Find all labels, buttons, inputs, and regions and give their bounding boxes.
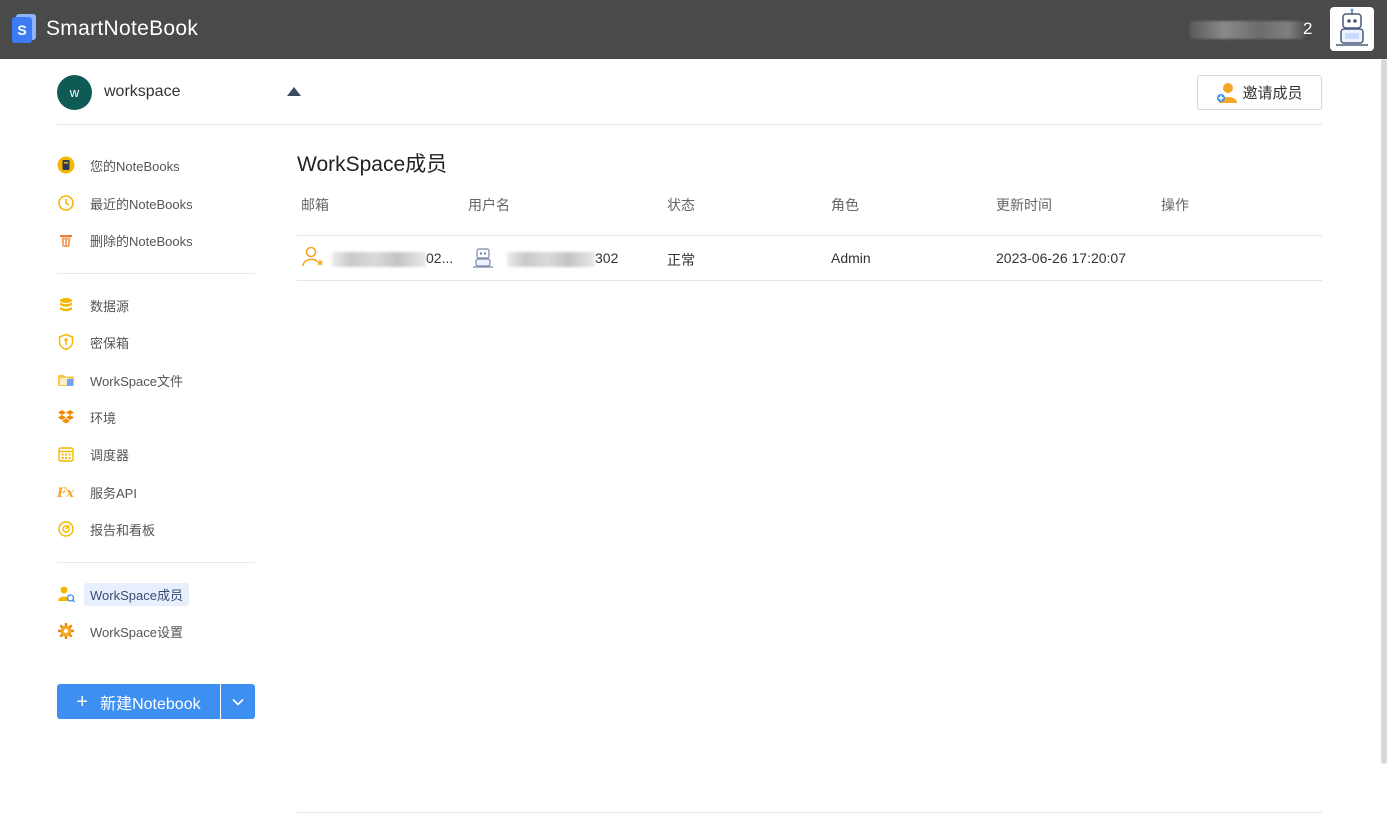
notebook-icon <box>57 156 75 174</box>
new-notebook-button[interactable]: + 新建Notebook <box>57 684 220 719</box>
column-header-username: 用户名 <box>468 197 510 213</box>
sidebar-item-label: 服务API <box>90 485 137 501</box>
clock-icon <box>57 194 75 212</box>
sidebar-item-workspace-files[interactable]: WorkSpace文件 <box>57 367 183 393</box>
sidebar-item-workspace-members[interactable]: WorkSpace成员 <box>57 581 189 607</box>
member-avatar <box>471 245 495 272</box>
sidebar-divider <box>57 562 255 563</box>
folder-icon <box>57 371 75 389</box>
settings-icon <box>57 622 75 640</box>
sidebar-item-workspace-settings[interactable]: WorkSpace设置 <box>57 618 183 644</box>
top-bar: S SmartNoteBook 2 <box>0 0 1387 59</box>
sidebar-item-label: 您的NoteBooks <box>90 158 180 174</box>
workspace-name[interactable]: workspace <box>104 83 180 101</box>
trash-icon <box>57 231 75 249</box>
sidebar-item-reports-dashboards[interactable]: 报告和看板 <box>57 516 155 542</box>
column-header-actions: 操作 <box>1161 197 1189 213</box>
robot-avatar-icon <box>1336 8 1368 46</box>
username-blurred <box>1190 21 1305 39</box>
calendar-icon <box>57 445 75 463</box>
invite-button-label: 邀请成员 <box>1242 85 1303 102</box>
sidebar-item-label: WorkSpace成员 <box>84 582 189 606</box>
member-updated-time: 2023-06-26 17:20:07 <box>996 250 1126 266</box>
app-title: SmartNoteBook <box>46 17 199 40</box>
sidebar-item-environment[interactable]: 环境 <box>57 404 116 430</box>
sidebar-item-label: 密保箱 <box>90 335 130 351</box>
sidebar-item-label: WorkSpace文件 <box>90 373 183 389</box>
admin-user-icon <box>301 245 325 272</box>
sidebar-item-label: WorkSpace设置 <box>90 624 183 640</box>
content-bottom-divider <box>297 812 1322 813</box>
new-notebook-label: 新建Notebook <box>100 695 201 713</box>
dashboard-icon <box>57 520 75 538</box>
column-header-role: 角色 <box>831 197 859 213</box>
sidebar-item-label: 环境 <box>90 410 117 426</box>
robot-avatar-icon <box>473 248 493 268</box>
sidebar-item-scheduler[interactable]: 调度器 <box>57 441 129 467</box>
sidebar-item-label: 数据源 <box>90 298 130 314</box>
member-icon <box>57 585 75 603</box>
sidebar-item-deleted-notebooks[interactable]: 删除的NoteBooks <box>57 227 193 253</box>
username-suffix: 2 <box>1303 19 1313 38</box>
invite-user-icon <box>1217 82 1238 103</box>
sidebar-item-recent-notebooks[interactable]: 最近的NoteBooks <box>57 190 193 216</box>
svg-text:Fx: Fx <box>57 486 74 501</box>
email-blurred <box>332 251 426 267</box>
header-divider <box>57 124 1322 125</box>
database-icon <box>57 296 75 314</box>
sidebar-item-your-notebooks[interactable]: 您的NoteBooks <box>57 152 180 178</box>
sidebar-item-datasource[interactable]: 数据源 <box>57 292 129 318</box>
sidebar-item-service-api[interactable]: Fx 服务API <box>57 479 137 505</box>
workspace-avatar[interactable]: w <box>57 75 92 110</box>
shield-icon <box>57 333 75 351</box>
sidebar-item-label: 最近的NoteBooks <box>90 196 193 212</box>
fx-icon: Fx <box>57 483 75 501</box>
column-header-email: 邮箱 <box>301 197 329 213</box>
sidebar-item-label: 报告和看板 <box>90 522 156 538</box>
smartnotebook-logo-icon: S <box>12 14 36 44</box>
member-role: Admin <box>831 250 871 266</box>
sidebar-item-vault[interactable]: 密保箱 <box>57 329 129 355</box>
workspace-toggle-caret-icon[interactable] <box>287 87 301 96</box>
page-scrollbar[interactable] <box>1381 59 1387 764</box>
brand[interactable]: S SmartNoteBook <box>12 14 198 44</box>
member-email: 02... <box>332 250 453 267</box>
column-header-updated: 更新时间 <box>996 197 1052 213</box>
member-username: 302 <box>507 250 618 267</box>
page-title: WorkSpace成员 <box>297 153 448 176</box>
invite-member-button[interactable]: 邀请成员 <box>1197 75 1322 110</box>
table-row-divider <box>297 280 1322 281</box>
dropbox-icon <box>57 408 75 426</box>
chevron-down-icon <box>232 698 244 706</box>
plus-icon: + <box>76 690 89 713</box>
table-header-divider <box>297 235 1322 236</box>
sidebar-item-label: 调度器 <box>90 447 130 463</box>
user-avatar[interactable] <box>1330 7 1374 51</box>
username-blurred <box>507 251 595 267</box>
member-status: 正常 <box>667 252 695 268</box>
column-header-status: 状态 <box>667 197 695 213</box>
sidebar-divider <box>57 273 255 274</box>
new-notebook-dropdown-button[interactable] <box>221 684 255 719</box>
sidebar-item-label: 删除的NoteBooks <box>90 233 193 249</box>
